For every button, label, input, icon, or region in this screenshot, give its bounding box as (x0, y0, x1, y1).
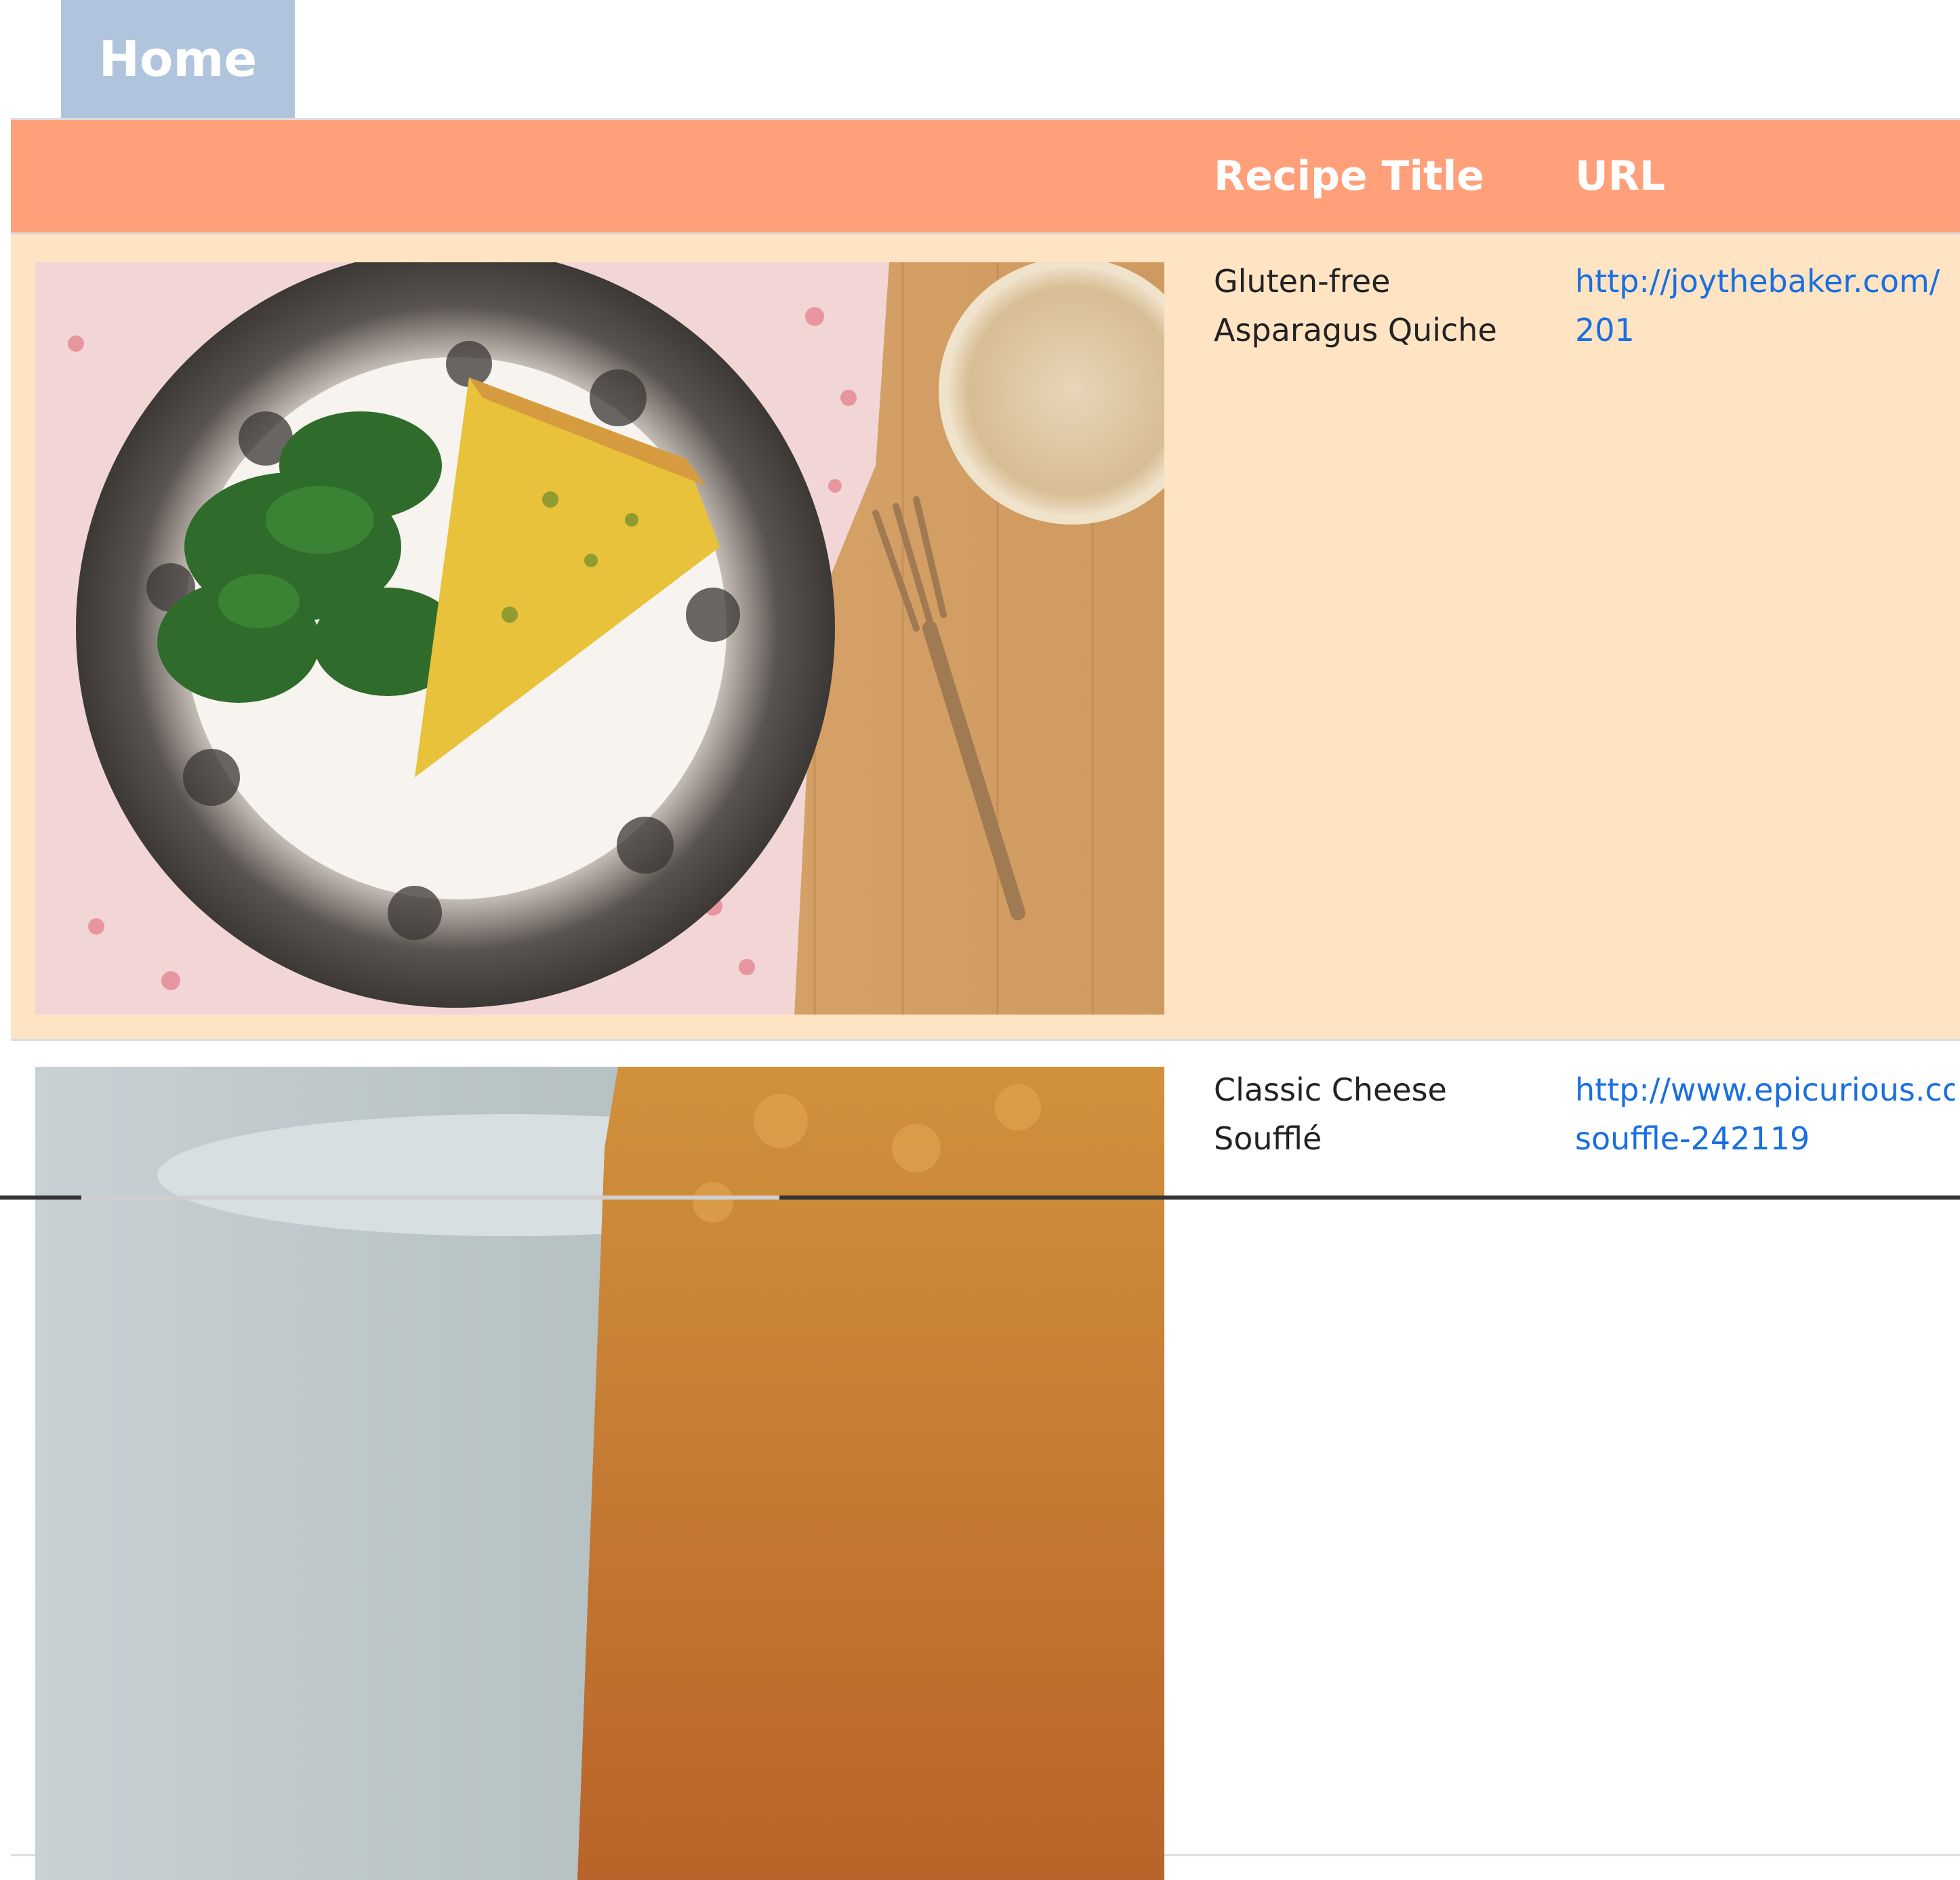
top-nav: Home (0, 0, 1960, 118)
recipe-title-line: Asparagus Quiche (1214, 312, 1497, 348)
recipe-image-quiche (35, 262, 1164, 1015)
table-row: Classic Cheese Soufflé http://www.epicur… (11, 1041, 1960, 1880)
horizontal-scrollbar[interactable] (0, 1196, 1960, 1200)
table-header-row: Recipe Title URL (11, 120, 1960, 235)
recipe-title-cell: Gluten-free Asparagus Quiche (1214, 257, 1539, 354)
recipe-title-cell: Classic Cheese Soufflé (1214, 1065, 1539, 1163)
scrollbar-thumb[interactable] (81, 1196, 779, 1200)
recipe-url-link[interactable]: http://joythebaker.com/201 (1575, 263, 1940, 348)
recipe-table: Recipe Title URL Gluten-free Asparagus Q… (11, 118, 1960, 1880)
recipe-url-line: souffle-242119 (1575, 1120, 1810, 1157)
recipe-url-cell: http://www.epicurious.com souffle-242119 (1575, 1065, 1955, 1163)
recipe-title-line: Gluten-free (1214, 263, 1391, 300)
recipe-title-line: Soufflé (1214, 1120, 1322, 1157)
table-row: Gluten-free Asparagus Quiche http://joyt… (11, 235, 1960, 1041)
recipe-url-cell: http://joythebaker.com/201 (1575, 257, 1955, 354)
recipe-url-line: http://www.epicurious.com (1575, 1071, 1955, 1108)
recipe-image-souffle (35, 1067, 1164, 1880)
recipe-url-link[interactable]: http://www.epicurious.com souffle-242119 (1575, 1065, 1955, 1163)
column-header-url: URL (1575, 152, 1666, 200)
recipe-title-line: Classic Cheese (1214, 1071, 1447, 1108)
column-header-recipe-title: Recipe Title (1214, 152, 1484, 200)
home-tab[interactable]: Home (61, 0, 295, 118)
